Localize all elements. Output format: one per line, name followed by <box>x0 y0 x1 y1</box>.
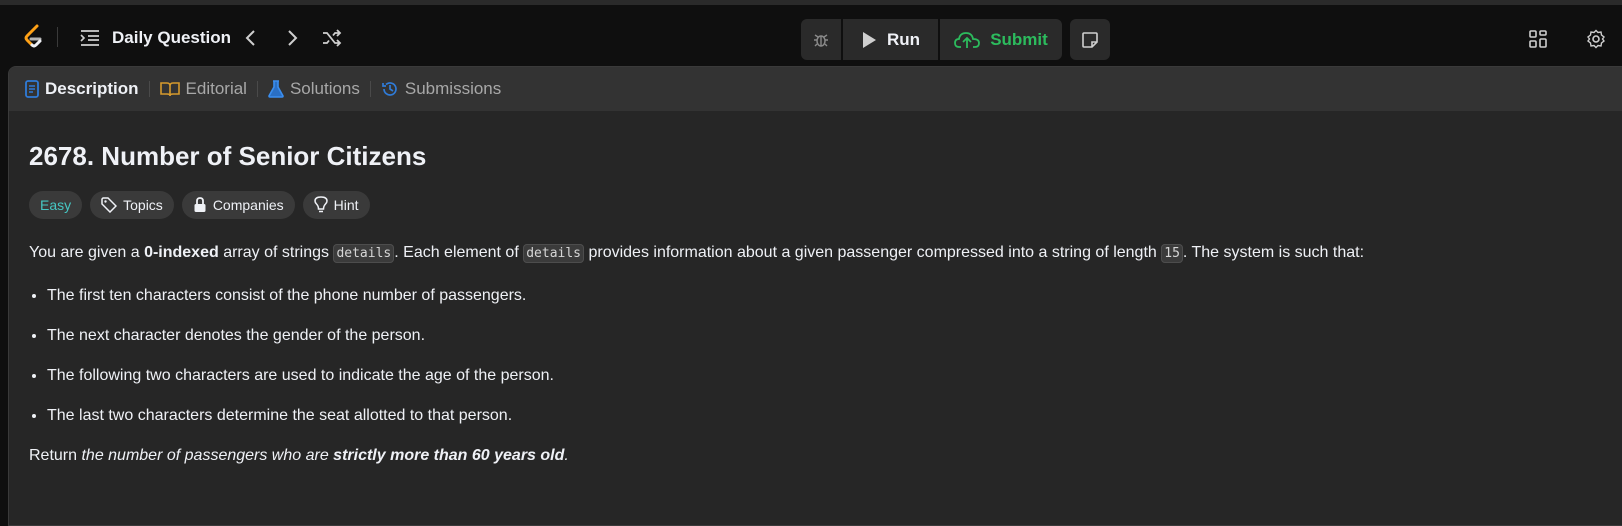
submit-button[interactable]: Submit <box>940 19 1062 60</box>
tag-icon <box>101 197 118 213</box>
problem-title[interactable]: 2678. Number of Senior Citizens <box>29 139 1617 173</box>
submit-label: Submit <box>990 29 1048 49</box>
divider <box>57 27 58 47</box>
list-item: The following two characters are used to… <box>47 364 1617 388</box>
topics-label: Topics <box>123 197 163 213</box>
run-button[interactable]: Run <box>843 19 938 60</box>
description-panel: Description Editorial Solutions Submissi… <box>8 66 1622 526</box>
hint-label: Hint <box>333 197 359 213</box>
bug-icon <box>814 33 828 47</box>
prev-question-chevron-icon[interactable] <box>240 27 262 49</box>
list-item: The first ten characters consist of the … <box>47 284 1617 308</box>
tab-submissions-label: Submissions <box>404 79 502 98</box>
list-item: The last two characters determine the se… <box>47 404 1617 428</box>
tab-solutions[interactable]: Solutions <box>268 79 360 99</box>
lock-icon <box>194 197 206 212</box>
list-item: The next character denotes the gender of… <box>47 324 1617 348</box>
tab-description[interactable]: Description <box>25 79 139 99</box>
top-navbar: Daily Question Run Submit <box>0 0 1622 66</box>
return-italic: the number of passengers who are <box>81 447 334 464</box>
code-length: 15 <box>1161 244 1183 263</box>
return-prefix: Return <box>29 447 82 464</box>
flask-icon <box>268 80 284 98</box>
companies-chip[interactable]: Companies <box>181 191 295 219</box>
desc-bold: 0-indexed <box>144 244 219 261</box>
daily-question-title[interactable]: Daily Question <box>112 28 231 48</box>
tab-divider <box>256 81 258 97</box>
tab-solutions-label: Solutions <box>289 79 360 98</box>
run-label: Run <box>886 29 921 49</box>
run-submit-group: Run Submit <box>801 19 1062 60</box>
cloud-upload-icon <box>954 31 981 48</box>
tab-submissions[interactable]: Submissions <box>381 79 501 99</box>
description-bullets: The first ten characters consist of the … <box>29 284 1617 428</box>
problem-tags: Easy Topics Companies Hint <box>29 191 1617 219</box>
tab-divider <box>148 81 150 97</box>
return-statement: Return the number of passengers who are … <box>29 444 1617 468</box>
history-icon <box>382 82 397 96</box>
leetcode-logo-icon[interactable] <box>20 23 48 51</box>
next-question-chevron-icon[interactable] <box>281 27 303 49</box>
companies-label: Companies <box>212 197 284 213</box>
play-icon <box>862 31 876 48</box>
difficulty-badge: Easy <box>29 191 83 219</box>
desc-text: . Each element of <box>394 244 524 261</box>
notes-button[interactable] <box>1070 19 1110 60</box>
note-icon <box>1082 31 1098 48</box>
settings-gear-icon[interactable] <box>1586 29 1606 49</box>
topics-chip[interactable]: Topics <box>90 191 174 219</box>
debug-button[interactable] <box>801 19 841 60</box>
desc-text: provides information about a given passe… <box>584 244 1162 261</box>
problem-list-icon[interactable] <box>80 29 100 47</box>
tab-editorial[interactable]: Editorial <box>159 79 247 99</box>
desc-text: array of strings <box>218 244 334 261</box>
desc-text: You are given a <box>29 244 145 261</box>
book-icon <box>159 82 180 97</box>
desc-text: . The system is such that: <box>1182 244 1365 261</box>
lightbulb-icon <box>313 196 328 213</box>
tab-divider <box>369 81 371 97</box>
hint-chip[interactable]: Hint <box>302 191 370 219</box>
layout-icon[interactable] <box>1528 29 1548 49</box>
panel-tab-bar: Description Editorial Solutions Submissi… <box>9 67 1622 111</box>
description-icon <box>25 80 39 98</box>
tab-editorial-label: Editorial <box>185 79 247 98</box>
return-suffix: . <box>564 447 569 464</box>
problem-description: You are given a 0-indexed array of strin… <box>29 241 1617 266</box>
shuffle-icon[interactable] <box>321 27 343 49</box>
code-details: details <box>333 244 395 263</box>
problem-content: 2678. Number of Senior Citizens Easy Top… <box>9 111 1622 468</box>
code-details: details <box>523 244 585 263</box>
return-bold-italic: strictly more than 60 years old <box>333 447 565 464</box>
tab-description-label: Description <box>45 79 139 98</box>
